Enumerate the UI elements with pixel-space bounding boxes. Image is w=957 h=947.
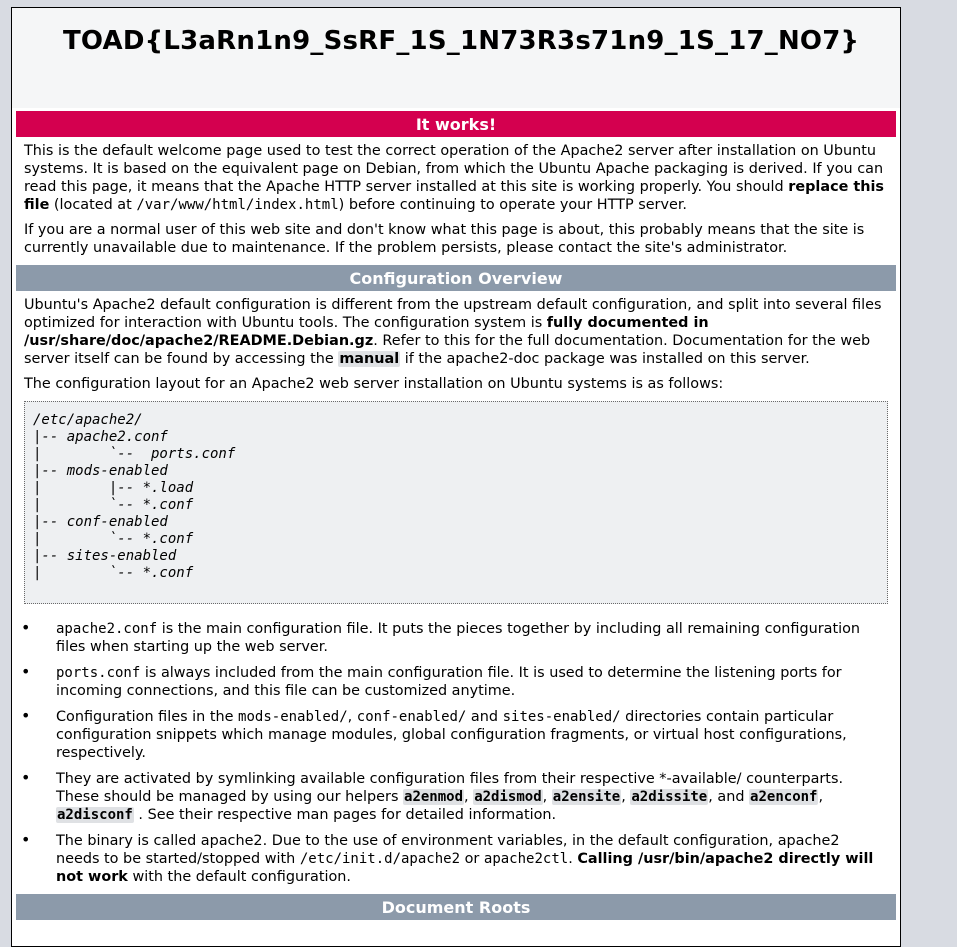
- intro-text: ) before continuing to operate your HTTP…: [338, 197, 688, 213]
- list-text: ,: [347, 709, 357, 725]
- config-tree-box: /etc/apache2/ |-- apache2.conf | `-- por…: [24, 401, 888, 604]
- inline-code: mods-enabled/: [238, 709, 348, 725]
- page-scrollbar[interactable]: [905, 0, 957, 933]
- list-text: . See their respective man pages for det…: [133, 807, 557, 823]
- helper-a2dissite: a2dissite: [630, 789, 709, 805]
- list-text: or: [460, 851, 484, 867]
- manual-link[interactable]: manual: [338, 351, 401, 367]
- content: It works! This is the default welcome pa…: [12, 111, 900, 920]
- bullet-icon: •: [21, 618, 31, 637]
- intro-paragraph-2: If you are a normal user of this web sit…: [24, 222, 865, 256]
- index-path-code: /var/www/html/index.html: [136, 197, 339, 213]
- list-item: • ports.conf is always included from the …: [16, 662, 896, 700]
- inline-code: apache2.conf: [56, 621, 158, 637]
- inline-code: ports.conf: [56, 665, 141, 681]
- config-bullet-list: • apache2.conf is the main configuration …: [16, 618, 896, 886]
- list-text: with the default configuration.: [127, 869, 351, 885]
- section-header-it-works: It works!: [16, 111, 896, 137]
- main-page: TOAD{L3aRn1n9_SsRF_1S_1N73R3s71n9_1S_17_…: [11, 7, 901, 947]
- config-paragraph-1: Ubuntu's Apache2 default configuration i…: [16, 296, 896, 368]
- helper-a2dismod: a2dismod: [473, 789, 543, 805]
- bullet-icon: •: [21, 662, 31, 681]
- helper-a2enmod: a2enmod: [403, 789, 465, 805]
- helper-a2disconf: a2disconf: [56, 807, 134, 823]
- config-paragraph-2: The configuration layout for an Apache2 …: [24, 376, 724, 392]
- helper-a2enconf: a2enconf: [749, 789, 819, 805]
- config-tree: /etc/apache2/ |-- apache2.conf | `-- por…: [33, 412, 236, 581]
- list-text: is always included from the main configu…: [56, 665, 842, 699]
- inline-code: sites-enabled/: [502, 709, 621, 725]
- list-text: , and: [708, 789, 750, 805]
- list-text: Configuration files in the: [56, 709, 239, 725]
- list-text: and: [466, 709, 503, 725]
- page-header: TOAD{L3aRn1n9_SsRF_1S_1N73R3s71n9_1S_17_…: [12, 8, 900, 108]
- flag-title: TOAD{L3aRn1n9_SsRF_1S_1N73R3s71n9_1S_17_…: [63, 26, 860, 56]
- inline-code: conf-enabled/: [356, 709, 467, 725]
- config-text: if the apache2-doc package was installed…: [400, 351, 810, 367]
- list-item: • Configuration files in the mods-enabled…: [16, 706, 896, 762]
- section-header-document-roots: Document Roots: [16, 894, 896, 920]
- list-item: • apache2.conf is the main configuration …: [16, 618, 896, 656]
- intro-paragraph-1: This is the default welcome page used to…: [16, 142, 896, 214]
- config-text: Ubuntu's Apache2 default configuration i…: [24, 297, 882, 331]
- inline-code: apache2ctl: [483, 851, 569, 867]
- helper-a2ensite: a2ensite: [551, 789, 622, 805]
- list-text: .: [568, 851, 578, 867]
- bullet-icon: •: [21, 830, 31, 849]
- intro-text: (located at: [49, 197, 137, 213]
- list-item: • The binary is called apache2. Due to th…: [16, 830, 896, 886]
- bullet-icon: •: [21, 706, 31, 725]
- inline-code: /etc/init.d/apache2: [299, 851, 461, 867]
- bullet-icon: •: [21, 768, 31, 787]
- section-header-config-overview: Configuration Overview: [16, 265, 896, 291]
- list-item: • They are activated by symlinking availa…: [21, 768, 844, 823]
- list-text: is the main configuration file. It puts …: [56, 621, 861, 655]
- intro-text: This is the default welcome page used to…: [24, 143, 884, 195]
